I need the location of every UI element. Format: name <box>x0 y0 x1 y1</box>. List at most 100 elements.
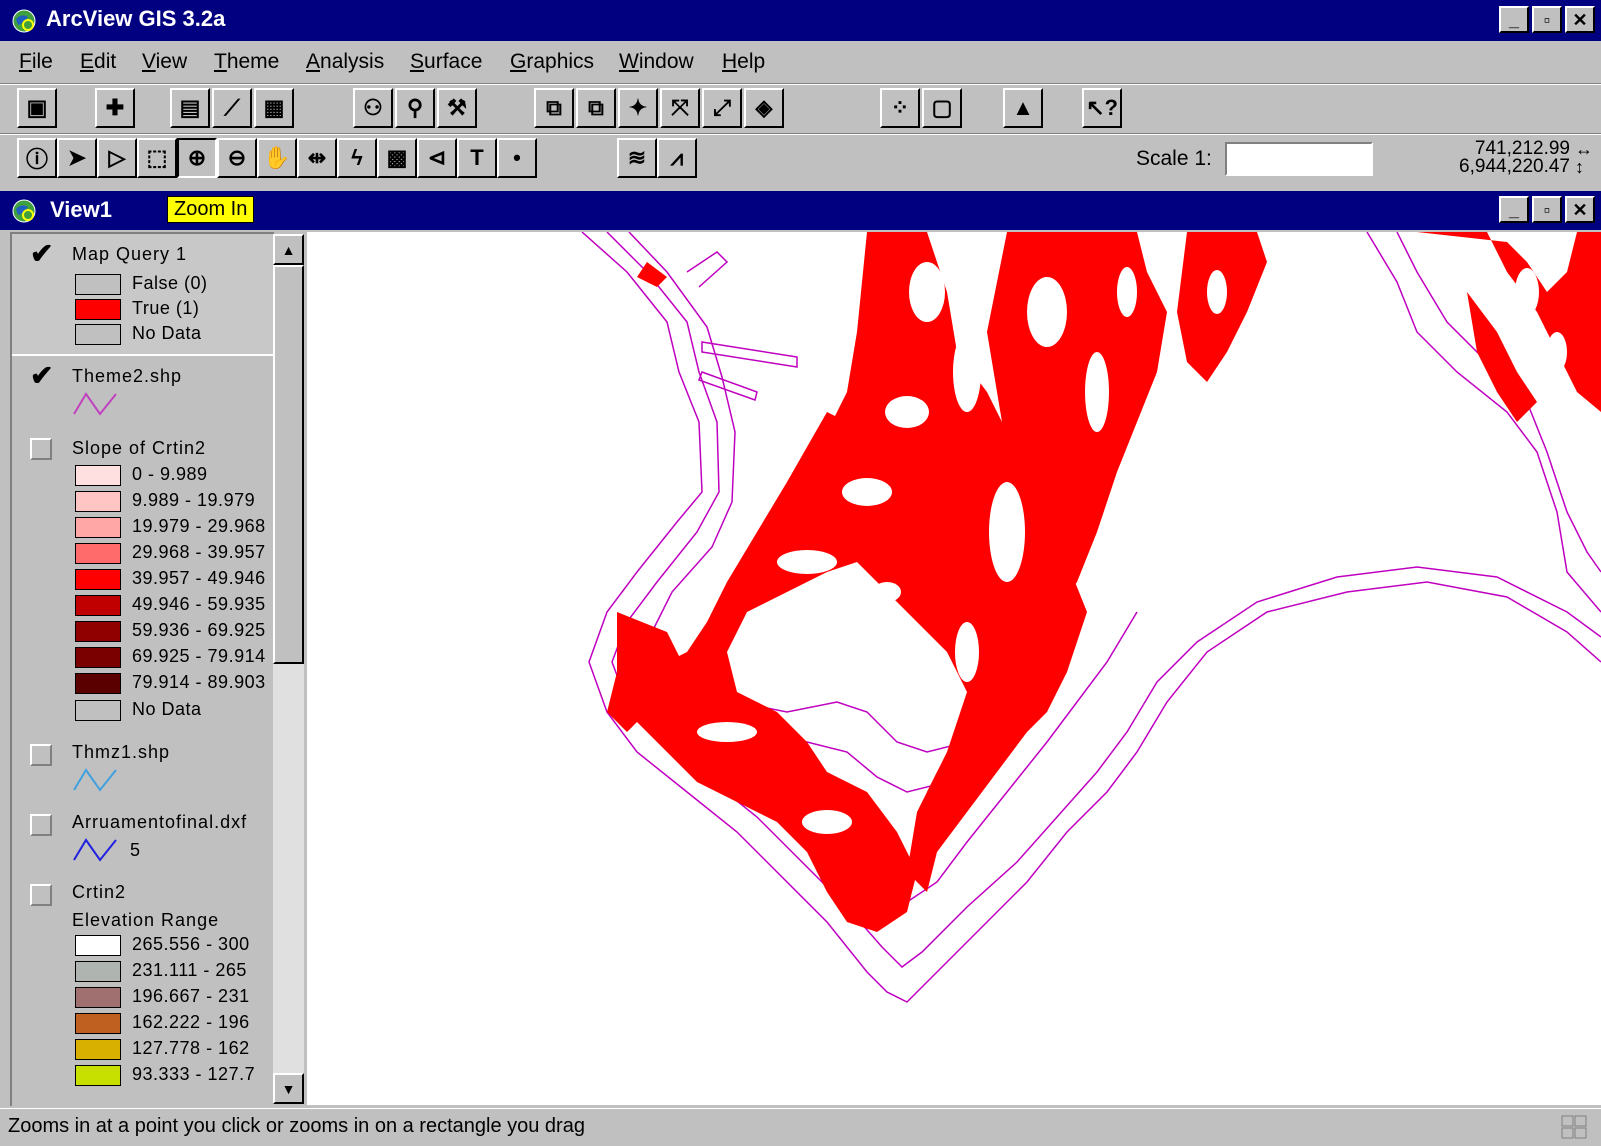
locate-address-button[interactable]: ⚲ <box>395 88 435 128</box>
open-table-button[interactable]: ▦ <box>254 88 294 128</box>
select-feature-tool[interactable]: ⬚ <box>137 138 177 178</box>
line-symbol-icon <box>73 838 117 862</box>
zoom-in-arrows-icon: ⤧ <box>671 95 689 120</box>
add-theme-button[interactable]: ✚ <box>95 88 135 128</box>
view-close-button[interactable]: ✕ <box>1565 196 1595 223</box>
zoom-in-icon: ⊕ <box>187 145 207 170</box>
view-title: View1 <box>50 197 112 222</box>
menu-graphics[interactable]: Graphics <box>510 50 594 74</box>
theme-checkbox-thmz1[interactable] <box>30 744 52 766</box>
theme-checkbox-slope[interactable] <box>30 438 52 460</box>
legend-label: 162.222 - 196 <box>132 1012 250 1032</box>
legend-swatch <box>75 465 121 486</box>
profile-tool[interactable]: ⩘ <box>657 138 697 178</box>
label-tool[interactable]: ⊲ <box>417 138 457 178</box>
zoom-selected-button[interactable]: ✦ <box>618 88 658 128</box>
help-button[interactable]: ↖? <box>1082 88 1122 128</box>
theme-checkbox-crtin2[interactable] <box>30 884 52 906</box>
legend-swatch <box>75 543 121 564</box>
scroll-down-button[interactable]: ▼ <box>273 1073 304 1104</box>
table-icon: ▦ <box>263 95 285 120</box>
legend-label: 9.989 - 19.979 <box>132 490 256 510</box>
close-button[interactable]: ✕ <box>1565 6 1595 33</box>
draw-point-tool[interactable]: • <box>497 138 537 178</box>
theme-checkbox-arruamento[interactable] <box>30 814 52 836</box>
edit-legend-button[interactable]: ⟋ <box>212 88 252 128</box>
scale-input[interactable] <box>1225 142 1373 176</box>
legend-label: 231.111 - 265 <box>132 960 247 980</box>
locate-icon: ⚲ <box>406 95 424 120</box>
menu-edit[interactable]: Edit <box>80 50 116 74</box>
contour-tool[interactable]: ≋ <box>617 138 657 178</box>
save-button[interactable]: ▣ <box>17 88 57 128</box>
theme-name-arruamento[interactable]: Arruamentofinal.dxf <box>72 812 247 833</box>
map-canvas[interactable] <box>307 232 1601 1105</box>
zoom-out-tool[interactable]: ⊖ <box>217 138 257 178</box>
map-display[interactable] <box>307 232 1601 1105</box>
check-icon: ✔ <box>30 238 54 269</box>
resize-grip-icon[interactable] <box>1561 1115 1587 1139</box>
legend-swatch <box>75 935 121 956</box>
menu-window[interactable]: Window <box>619 50 694 74</box>
theme-properties-button[interactable]: ▤ <box>170 88 210 128</box>
zoom-active-themes-button[interactable]: ⧉ <box>576 88 616 128</box>
area-of-interest-tool[interactable]: ▩ <box>377 138 417 178</box>
zoom-in-tool[interactable]: ⊕ <box>177 138 217 178</box>
menu-view[interactable]: View <box>142 50 187 74</box>
legend-swatch <box>75 1013 121 1034</box>
restore-button[interactable]: ▫ <box>1532 6 1562 33</box>
zoom-full-extent-button[interactable]: ⧉ <box>534 88 574 128</box>
clear-selection-button[interactable]: ▢ <box>922 88 962 128</box>
zoom-previous-button[interactable]: ◈ <box>744 88 784 128</box>
theme-checkbox-theme2[interactable]: ✔ <box>30 362 53 390</box>
arrow-icon: ➤ <box>67 145 87 170</box>
theme-checkbox-map-query[interactable]: ✔ <box>30 240 53 268</box>
menu-theme[interactable]: Theme <box>214 50 279 74</box>
select-features-button[interactable]: ⁘ <box>880 88 920 128</box>
legend-label: 265.556 - 300 <box>132 934 250 954</box>
view-minimize-button[interactable]: _ <box>1499 196 1529 223</box>
scroll-up-button[interactable]: ▲ <box>273 234 304 265</box>
measure-tool[interactable]: ⇹ <box>297 138 337 178</box>
zoom-in-fixed-button[interactable]: ⤧ <box>660 88 700 128</box>
view-restore-button[interactable]: ▫ <box>1532 196 1562 223</box>
hotlink-tool[interactable]: ϟ <box>337 138 377 178</box>
check-icon: ✔ <box>30 360 54 391</box>
legend-label: 19.979 - 29.968 <box>132 516 266 536</box>
theme-name-map-query[interactable]: Map Query 1 <box>72 244 187 265</box>
histogram-button[interactable]: ▲ <box>1003 88 1043 128</box>
legend-icon: ⟋ <box>224 95 240 120</box>
legend-swatch <box>75 961 121 982</box>
label-icon: ⊲ <box>427 145 447 170</box>
theme-name-theme2[interactable]: Theme2.shp <box>72 366 182 387</box>
menu-file[interactable]: File <box>19 50 53 74</box>
line-symbol-icon <box>73 768 117 792</box>
menu-surface[interactable]: Surface <box>410 50 482 74</box>
legend-swatch <box>75 517 121 538</box>
tooltip: Zoom In <box>167 196 255 223</box>
identify-tool[interactable]: ⓘ <box>17 138 57 178</box>
query-builder-button[interactable]: ⚒ <box>437 88 477 128</box>
menu-help[interactable]: Help <box>722 50 765 74</box>
menu-analysis[interactable]: Analysis <box>306 50 384 74</box>
app-titlebar: ArcView GIS 3.2a _ ▫ ✕ <box>0 0 1601 41</box>
minimize-button[interactable]: _ <box>1499 6 1529 33</box>
theme-name-crtin2[interactable]: Crtin2 <box>72 882 126 903</box>
theme-name-slope[interactable]: Slope of Crtin2 <box>72 438 206 459</box>
legend-swatch <box>75 299 121 320</box>
toc-scrollbar[interactable]: ▲ ▼ <box>273 234 304 1104</box>
find-button[interactable]: ⚇ <box>353 88 393 128</box>
zoom-out-fixed-button[interactable]: ⤢ <box>702 88 742 128</box>
legend-swatch <box>75 324 121 345</box>
vertex-edit-tool[interactable]: ▷ <box>97 138 137 178</box>
legend-swatch <box>75 621 121 642</box>
pointer-tool[interactable]: ➤ <box>57 138 97 178</box>
profile-icon: ⩘ <box>670 145 684 170</box>
legend-label: 93.333 - 127.7 <box>132 1064 256 1084</box>
scroll-thumb[interactable] <box>273 265 304 664</box>
hand-icon: ✋ <box>263 145 291 170</box>
text-tool[interactable]: T <box>457 138 497 178</box>
contour-icon: ≋ <box>627 145 647 170</box>
theme-name-thmz1[interactable]: Thmz1.shp <box>72 742 170 763</box>
pan-tool[interactable]: ✋ <box>257 138 297 178</box>
